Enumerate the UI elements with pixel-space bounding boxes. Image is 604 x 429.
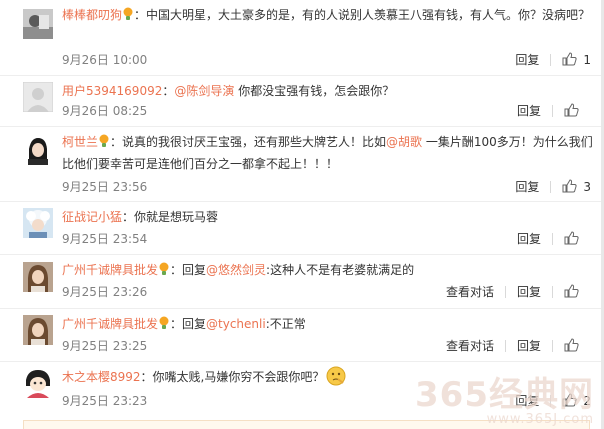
comment-item: 棒棒都叨狗 ：中国大明星，大土豪多的是，有的人说别人羡慕王八强有钱，有人气。你？没… [0, 0, 604, 76]
comment-time: 9月25日 23:23 [62, 394, 148, 408]
lightbulb-badge-icon [159, 315, 169, 329]
comment-time: 9月26日 08:25 [62, 104, 148, 118]
comment-list-page: 棒棒都叨狗 ：中国大明星，大土豪多的是，有的人说别人羡慕王八强有钱，有人气。你？没… [0, 0, 604, 429]
like-button[interactable]: 3 [562, 179, 591, 194]
comment-item: 木之本樱8992：你嘴太贱,马嫌你穷不会跟你吧？ 9月25日 23:23 回复 2 [0, 362, 604, 420]
like-button[interactable] [564, 231, 591, 246]
reply-button[interactable]: 回复 [515, 178, 539, 195]
thumbs-up-icon [564, 231, 579, 245]
comment-text: ： [162, 84, 175, 98]
comment-item: 征战记小猛：你就是想玩马蓉 9月25日 23:54 回复 [0, 202, 604, 255]
divider [550, 54, 552, 66]
username-link[interactable]: 征战记小猛 [62, 210, 122, 224]
comment-text: :这种人不是有老婆就满足的 [266, 263, 415, 277]
thumbs-up-icon [564, 338, 579, 352]
reply-button[interactable]: 回复 [515, 392, 539, 409]
comment-item: 柯世兰 ：说真的我很讨厌王宝强，还有那些大牌艺人！比如@胡歌 一集片酬100多万！… [0, 127, 604, 202]
like-count: 2 [583, 394, 591, 408]
thumbs-up-icon [562, 52, 577, 66]
comment-item: 广州千诚牌具批发 ：回复@tychenli:不正常 9月25日 23:25 查看对… [0, 309, 604, 362]
divider [504, 340, 506, 352]
like-count: 3 [583, 180, 591, 194]
reply-button[interactable]: 回复 [517, 283, 541, 300]
avatar[interactable] [23, 135, 53, 165]
like-count: 1 [583, 53, 591, 67]
reply-box-edge [23, 420, 590, 429]
reply-button[interactable]: 回复 [517, 230, 541, 247]
avatar[interactable] [23, 208, 53, 238]
thumbs-up-icon [562, 179, 577, 193]
comment-time: 9月25日 23:26 [62, 285, 148, 299]
comment-text: ：回复 [170, 263, 207, 277]
mention-link[interactable]: @陈剑导演 [174, 84, 234, 98]
comment-text: 你都没宝强有钱，怎会跟你？ [234, 84, 395, 98]
like-button[interactable]: 2 [562, 393, 591, 408]
username-link[interactable]: 柯世兰 [62, 135, 98, 149]
lightbulb-badge-icon [159, 261, 169, 275]
like-button[interactable] [564, 338, 591, 353]
comment-time: 9月25日 23:25 [62, 339, 148, 353]
avatar[interactable] [23, 262, 53, 292]
reply-button[interactable]: 回复 [515, 51, 539, 68]
comment-text: ：说真的我很讨厌王宝强，还有那些大牌艺人！比如 [110, 135, 387, 149]
comment-item: 广州千诚牌具批发 ：回复@悠然剑灵:这种人不是有老婆就满足的 9月25日 23:2… [0, 255, 604, 309]
username-link[interactable]: 广州千诚牌具批发 [62, 317, 158, 331]
view-conversation-link[interactable]: 查看对话 [446, 283, 494, 300]
like-button[interactable]: 1 [562, 52, 591, 67]
comment-text: ：回复 [170, 317, 207, 331]
divider [550, 181, 552, 193]
comment-item: 用户5394169092：@陈剑导演 你都没宝强有钱，怎会跟你？ 9月26日 0… [0, 76, 604, 127]
comment-text: ：你嘴太贱,马嫌你穷不会跟你吧？ [140, 370, 325, 384]
divider [552, 105, 553, 117]
comment-text: :不正常 [265, 317, 306, 331]
avatar[interactable] [23, 315, 53, 345]
thumbs-up-icon [564, 284, 579, 298]
avatar[interactable] [23, 368, 53, 398]
comment-time: 9月25日 23:56 [62, 180, 148, 194]
mention-link[interactable]: @tychenli [206, 317, 266, 331]
lightbulb-badge-icon [99, 133, 109, 147]
username-link[interactable]: 用户5394169092 [62, 84, 162, 98]
username-link[interactable]: 棒棒都叨狗 [62, 8, 122, 22]
divider [550, 395, 552, 407]
comment-text: ：中国大明星，大土豪多的是，有的人说别人羡慕王八强有钱，有人气。你？没病吧？ [134, 8, 591, 22]
divider [552, 233, 553, 245]
avatar[interactable] [23, 9, 53, 39]
comment-text: ：你就是想玩马蓉 [122, 210, 219, 224]
reply-button[interactable]: 回复 [517, 102, 541, 119]
username-link[interactable]: 木之本樱8992 [62, 370, 141, 384]
reply-button[interactable]: 回复 [517, 337, 541, 354]
like-button[interactable] [564, 284, 591, 299]
thumbs-up-icon [562, 393, 577, 407]
mention-link[interactable]: @悠然剑灵 [206, 263, 266, 277]
thumbs-up-icon [564, 103, 579, 117]
thinking-face-emoji-icon [326, 366, 346, 386]
like-button[interactable] [564, 103, 591, 118]
mention-link[interactable]: @胡歌 [386, 135, 422, 149]
comment-time: 9月25日 23:54 [62, 232, 148, 246]
username-link[interactable]: 广州千诚牌具批发 [62, 263, 158, 277]
avatar[interactable] [23, 82, 53, 112]
divider [552, 340, 553, 352]
view-conversation-link[interactable]: 查看对话 [446, 337, 494, 354]
lightbulb-badge-icon [123, 6, 133, 20]
comment-time: 9月26日 10:00 [62, 53, 148, 67]
divider [552, 286, 553, 298]
divider [504, 286, 506, 298]
